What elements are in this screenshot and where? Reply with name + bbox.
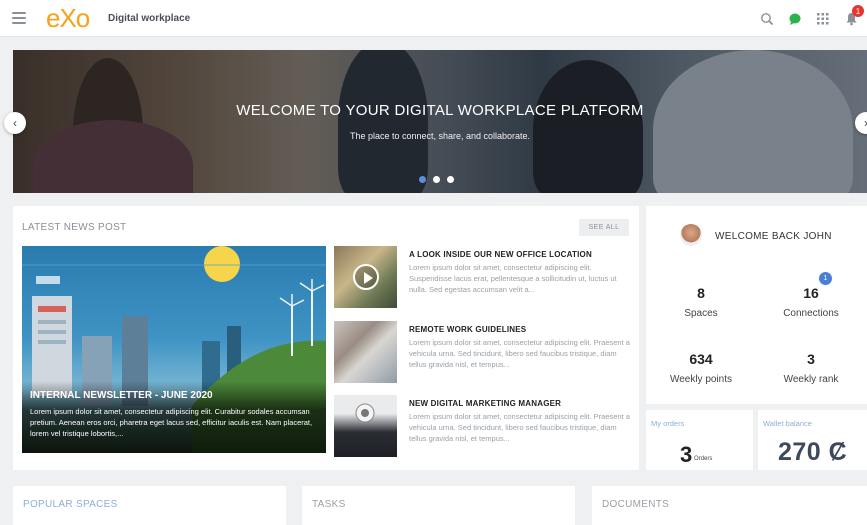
tasks-title: TASKS bbox=[312, 499, 346, 510]
news-item-title: A LOOK INSIDE OUR NEW OFFICE LOCATION bbox=[409, 250, 592, 259]
wallet-card[interactable]: Wallet balance 270 Ȼ bbox=[758, 410, 867, 470]
carousel-dot[interactable] bbox=[447, 176, 454, 183]
chat-icon[interactable] bbox=[787, 11, 803, 27]
carousel-dot[interactable] bbox=[433, 176, 440, 183]
hero-title: WELCOME TO YOUR DIGITAL WORKPLACE PLATFO… bbox=[236, 102, 644, 119]
news-item[interactable]: A LOOK INSIDE OUR NEW OFFICE LOCATION Lo… bbox=[334, 246, 630, 308]
news-item-title: NEW DIGITAL MARKETING MANAGER bbox=[409, 399, 562, 408]
stat-spaces[interactable]: 8 Spaces bbox=[646, 285, 756, 319]
featured-excerpt: Lorem ipsum dolor sit amet, consectetur … bbox=[30, 407, 313, 438]
search-icon[interactable] bbox=[759, 11, 775, 27]
news-thumbnail bbox=[334, 321, 397, 383]
app-title: Digital workplace bbox=[108, 13, 191, 24]
stat-value: 16 bbox=[803, 285, 819, 301]
orders-unit: Orders bbox=[694, 456, 713, 462]
wallet-balance: 270 Ȼ bbox=[778, 438, 848, 466]
orders-label: My orders bbox=[651, 419, 685, 428]
orders-value: 3 bbox=[680, 442, 693, 467]
logo[interactable]: eXo bbox=[46, 4, 90, 32]
featured-news[interactable]: INTERNAL NEWSLETTER - JUNE 2020 Lorem ip… bbox=[22, 246, 326, 453]
popular-spaces-title: POPULAR SPACES bbox=[23, 499, 118, 510]
stat-label: Spaces bbox=[684, 308, 718, 319]
apps-grid-icon[interactable] bbox=[815, 11, 831, 27]
avatar[interactable] bbox=[680, 224, 702, 246]
stat-value: 3 bbox=[807, 351, 815, 367]
popular-spaces-card[interactable]: POPULAR SPACES bbox=[13, 486, 286, 525]
news-item[interactable]: REMOTE WORK GUIDELINES Lorem ipsum dolor… bbox=[334, 321, 630, 383]
news-heading: LATEST NEWS POST bbox=[22, 222, 127, 233]
news-item[interactable]: NEW DIGITAL MARKETING MANAGER Lorem ipsu… bbox=[334, 395, 630, 457]
stat-connections[interactable]: 16 Connections bbox=[756, 285, 866, 319]
documents-title: DOCUMENTS bbox=[602, 499, 670, 510]
stat-value: 8 bbox=[697, 285, 705, 301]
menu-icon[interactable] bbox=[12, 12, 26, 24]
carousel-dots bbox=[419, 176, 454, 183]
connections-badge: 1 bbox=[819, 272, 832, 285]
chevron-left-icon[interactable]: ‹ bbox=[4, 112, 26, 134]
news-item-excerpt: Lorem ipsum dolor sit amet, consectetur … bbox=[409, 263, 617, 294]
wallet-label: Wallet balance bbox=[763, 419, 812, 428]
stat-value: 634 bbox=[689, 351, 713, 367]
orders-card[interactable]: My orders 3 Orders bbox=[646, 410, 753, 470]
stat-label: Weekly rank bbox=[783, 374, 839, 385]
latest-news-card: LATEST NEWS POST SEE ALL INTERNAL NEWSLE… bbox=[13, 206, 639, 470]
profile-card: WELCOME BACK JOHN 8 Spaces 16 Connection… bbox=[646, 206, 867, 404]
tasks-card[interactable]: TASKS bbox=[302, 486, 575, 525]
news-thumbnail bbox=[334, 246, 397, 308]
carousel-dot[interactable] bbox=[419, 176, 426, 183]
hero-carousel[interactable]: WELCOME TO YOUR DIGITAL WORKPLACE PLATFO… bbox=[13, 50, 867, 193]
top-icons: 1 bbox=[759, 5, 864, 30]
see-all-button[interactable]: SEE ALL bbox=[579, 219, 629, 236]
hero-overlay bbox=[13, 50, 867, 193]
news-item-excerpt: Lorem ipsum dolor sit amet, consectetur … bbox=[409, 338, 630, 369]
notification-badge: 1 bbox=[852, 5, 864, 17]
notification-bell-icon[interactable]: 1 bbox=[843, 5, 864, 27]
stat-label: Weekly points bbox=[669, 374, 733, 385]
top-bar: eXo Digital workplace 1 bbox=[0, 0, 867, 37]
featured-title: INTERNAL NEWSLETTER - JUNE 2020 bbox=[30, 390, 213, 401]
news-item-title: REMOTE WORK GUIDELINES bbox=[409, 325, 527, 334]
play-icon[interactable] bbox=[353, 264, 379, 290]
documents-card[interactable]: DOCUMENTS bbox=[592, 486, 867, 525]
welcome-message: WELCOME BACK JOHN bbox=[715, 231, 832, 242]
hero-subtitle: The place to connect, share, and collabo… bbox=[349, 131, 531, 141]
news-item-excerpt: Lorem ipsum dolor sit amet, consectetur … bbox=[409, 412, 630, 443]
news-thumbnail bbox=[334, 395, 397, 457]
stat-weekly-points[interactable]: 634 Weekly points bbox=[646, 351, 756, 385]
stat-weekly-rank[interactable]: 3 Weekly rank bbox=[756, 351, 866, 385]
stat-label: Connections bbox=[783, 308, 839, 319]
